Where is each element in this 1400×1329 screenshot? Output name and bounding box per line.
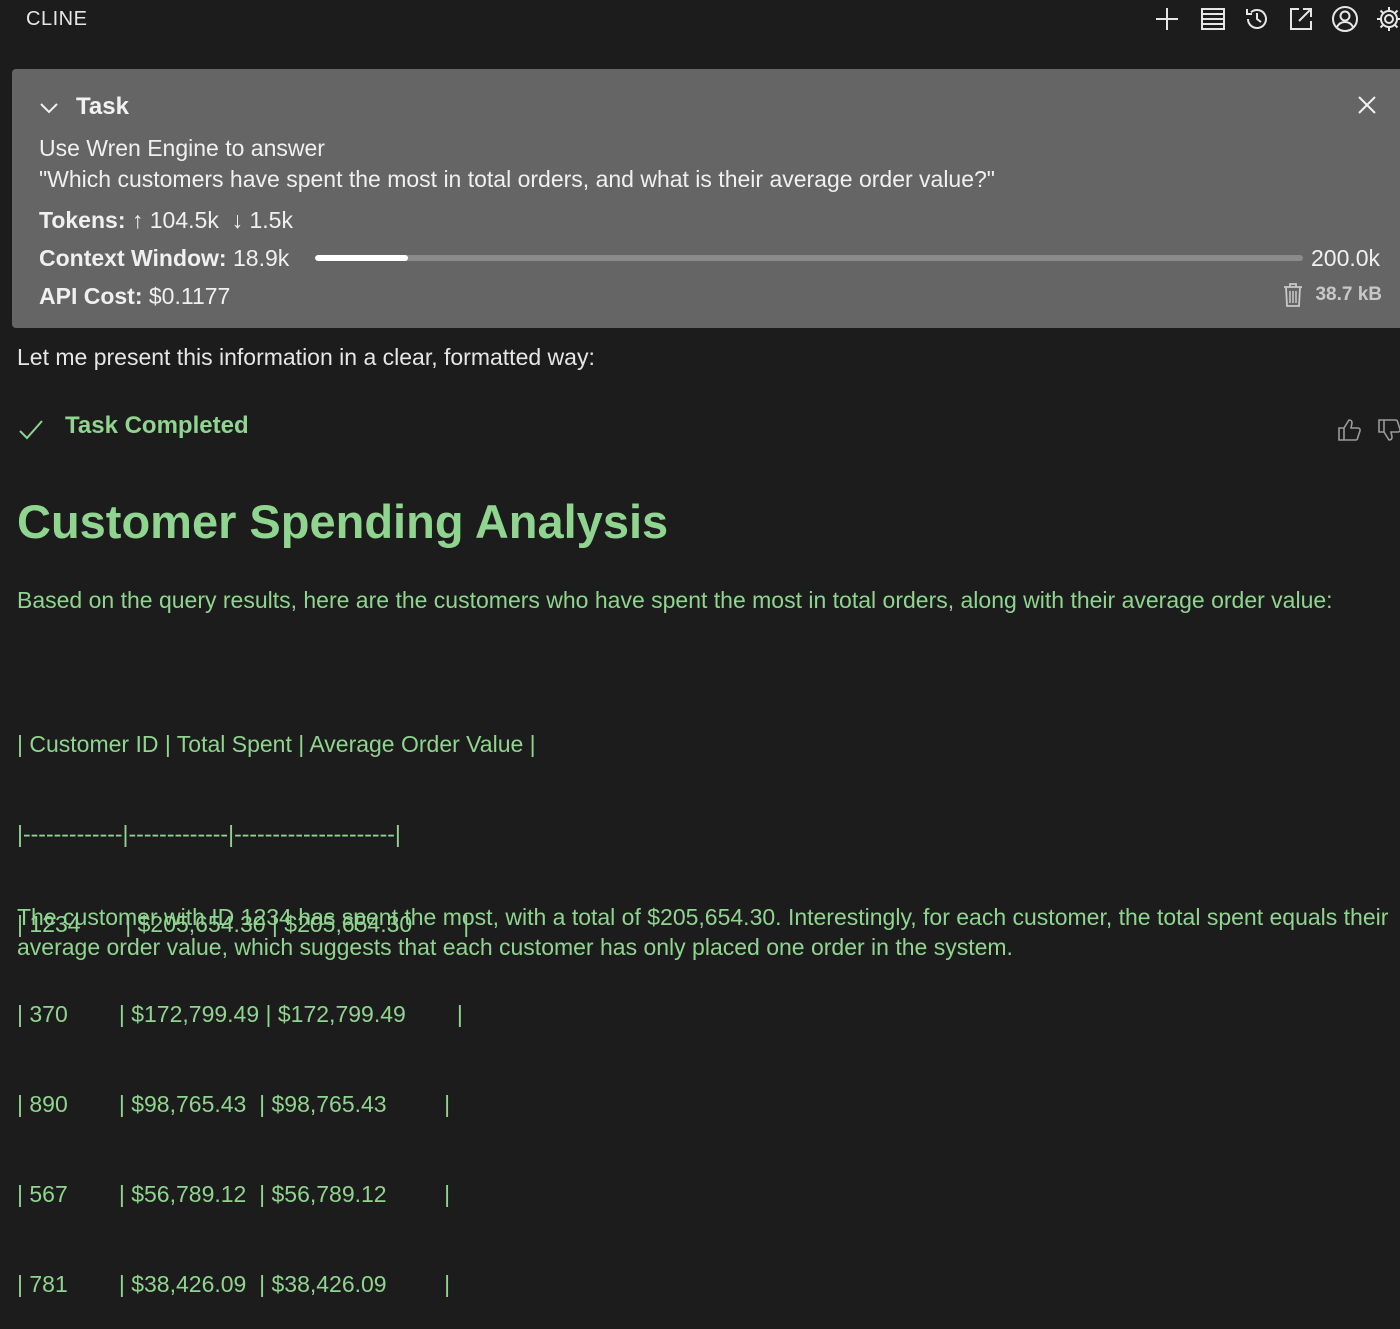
task-size: 38.7 kB xyxy=(1315,284,1382,305)
context-label: Context Window: xyxy=(39,245,227,271)
checkmark-icon xyxy=(17,416,45,444)
top-bar: CLINE xyxy=(0,0,1400,40)
history-icon[interactable] xyxy=(1242,4,1272,34)
context-window-row: Context Window: 18.9k xyxy=(39,245,289,272)
assistant-intro: Let me present this information in a cle… xyxy=(17,344,595,370)
popout-icon[interactable] xyxy=(1286,4,1316,34)
table-line: | 370 | $172,799.49 | $172,799.49 | xyxy=(17,1001,463,1027)
cost-label: API Cost: xyxy=(39,283,143,309)
tokens-in: 104.5k xyxy=(149,207,219,233)
table-line: | 567 | $56,789.12 | $56,789.12 | xyxy=(17,1181,451,1207)
thumbs-down-icon[interactable] xyxy=(1376,417,1400,443)
arrow-up-icon: ↑ xyxy=(131,207,144,233)
analysis-heading: Customer Spending Analysis xyxy=(17,495,669,548)
task-completed-label: Task Completed xyxy=(65,412,249,439)
cost-value: $0.1177 xyxy=(148,283,231,309)
table-line: | 890 | $98,765.43 | $98,765.43 | xyxy=(17,1091,451,1117)
task-completed-row: Task Completed xyxy=(17,412,1400,444)
chevron-down-icon[interactable] xyxy=(38,97,60,119)
tokens-row: Tokens: ↑ 104.5k ↓ 1.5k xyxy=(39,207,293,234)
table-line: | 781 | $38,426.09 | $38,426.09 | xyxy=(17,1271,451,1297)
thumbs-up-icon[interactable] xyxy=(1336,417,1362,443)
analysis-conclusion-paragraph: The customer with ID 1234 has spent the … xyxy=(17,904,1389,960)
task-text: Use Wren Engine to answer "Which custome… xyxy=(39,135,995,192)
table-line: |-------------|-------------|-----------… xyxy=(17,821,401,847)
api-cost-row: API Cost: $0.1177 xyxy=(39,283,230,310)
app-title: CLINE xyxy=(26,8,88,30)
context-progress-fill xyxy=(315,255,409,261)
context-progress-bar xyxy=(315,255,1303,261)
trash-icon[interactable] xyxy=(1282,282,1304,308)
plus-icon[interactable] xyxy=(1152,4,1182,34)
tokens-label: Tokens: xyxy=(39,207,126,233)
markdown-table: | Customer ID | Total Spent | Average Or… xyxy=(17,669,536,1329)
settings-icon[interactable] xyxy=(1374,4,1400,34)
close-icon[interactable] xyxy=(1356,94,1378,116)
arrow-down-icon: ↓ xyxy=(225,207,244,233)
task-title: Task xyxy=(76,93,129,120)
account-icon[interactable] xyxy=(1330,4,1360,34)
table-line: | Customer ID | Total Spent | Average Or… xyxy=(17,731,536,757)
task-panel: Task Use Wren Engine to answer "Which cu… xyxy=(12,69,1400,328)
context-max: 200.0k xyxy=(1311,245,1381,271)
context-used: 18.9k xyxy=(232,245,290,271)
analysis-intro-paragraph: Based on the query results, here are the… xyxy=(17,587,1333,613)
tokens-out: 1.5k xyxy=(249,207,293,233)
list-icon[interactable] xyxy=(1198,4,1228,34)
